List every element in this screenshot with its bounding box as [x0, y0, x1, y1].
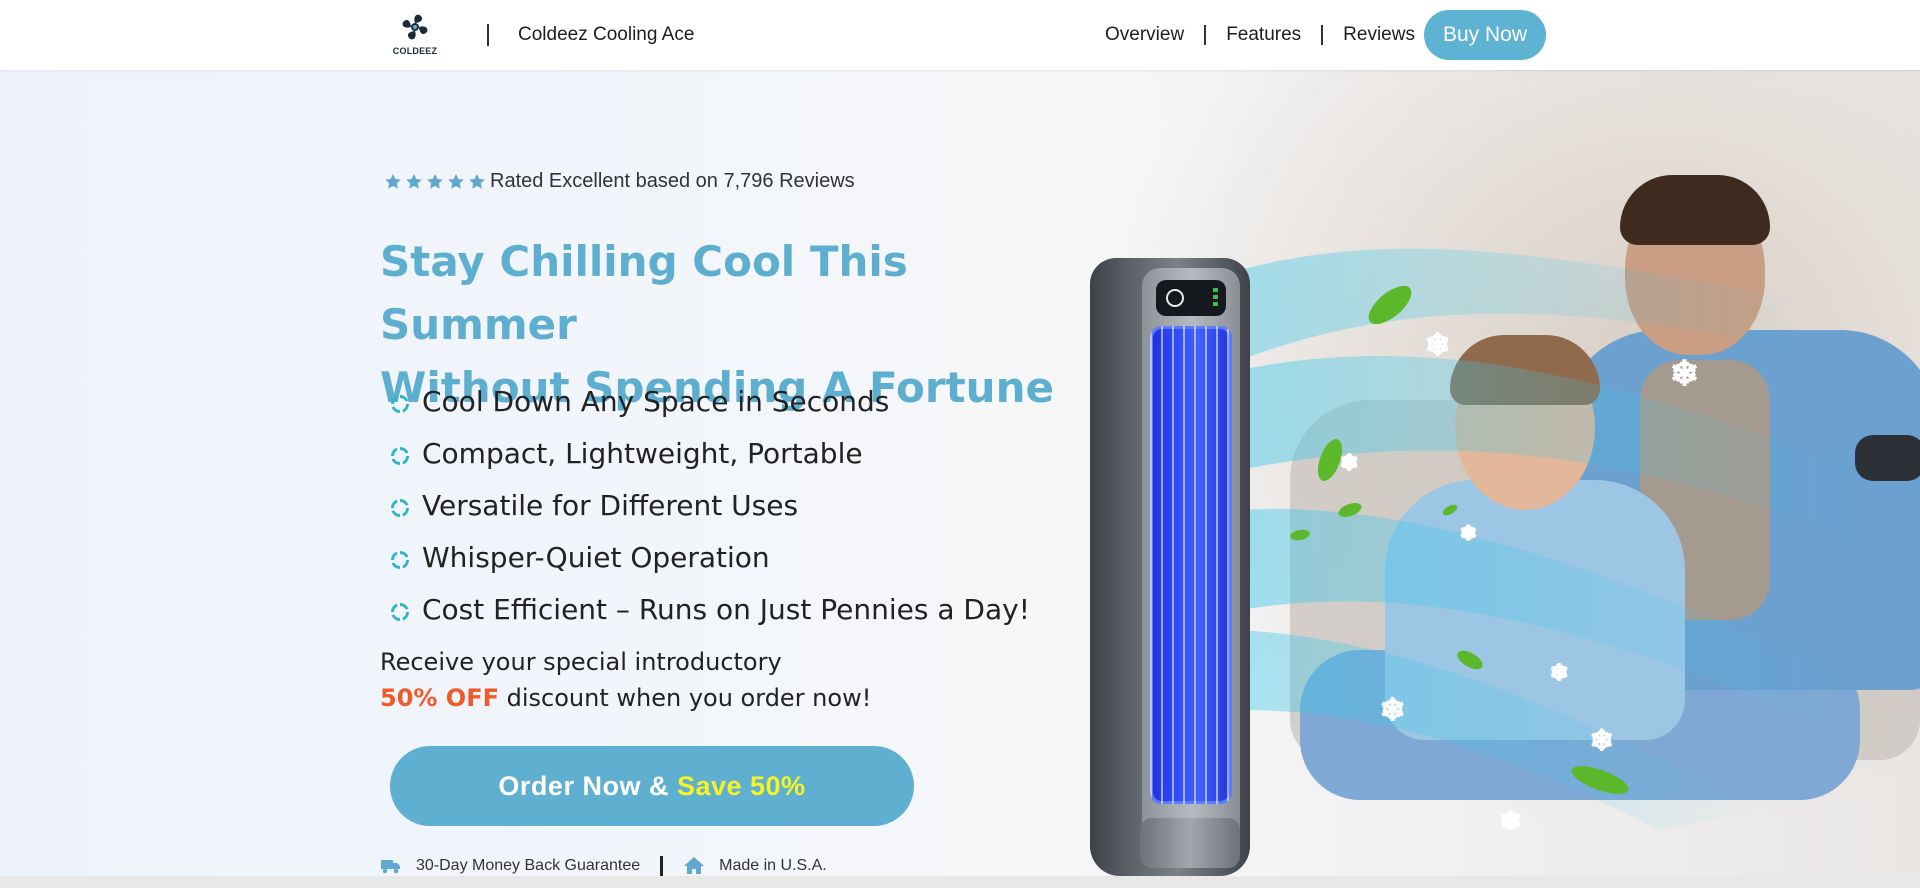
snowflake-icon: ❄: [1425, 329, 1450, 362]
order-button-label: Order Now &: [498, 770, 669, 801]
rating-text: Rated Excellent based on 7,796 Reviews: [490, 170, 855, 192]
led-indicator-icon: [1213, 288, 1218, 308]
fan-symbol-icon: [1166, 289, 1184, 307]
promo-line-1: Receive your special introductory: [380, 648, 782, 676]
feature-text: Cost Efficient – Runs on Just Pennies a …: [422, 592, 1030, 626]
home-icon: [684, 857, 705, 874]
snowflake-icon: ❄: [1500, 806, 1522, 830]
made-in-usa-text: Made in U.S.A.: [719, 857, 827, 874]
feature-list: Cool Down Any Space in Seconds Compact, …: [388, 375, 1030, 635]
guarantee-row: 30-Day Money Back Guarantee Made in U.S.…: [380, 856, 827, 876]
feature-text: Cool Down Any Space in Seconds: [422, 384, 890, 418]
snowflake-icon: ❄: [1670, 355, 1699, 393]
brand-name: Coldeez Cooling Ace: [518, 24, 695, 45]
spinning-fan-icon: [391, 395, 409, 413]
fan-base: [1140, 818, 1240, 868]
snowflake-icon: ❄: [1380, 694, 1405, 727]
fan-logo-icon: [402, 14, 428, 40]
cool-airflow-image: ❄ ❄ ❄ ❄ ❄ ❄ ❄ ❄: [1240, 248, 1860, 830]
discount-highlight: 50% OFF: [380, 684, 499, 712]
feature-item: Compact, Lightweight, Portable: [388, 427, 1030, 479]
promo-line-2-text: discount when you order now!: [506, 684, 872, 712]
feature-text: Versatile for Different Uses: [422, 488, 799, 522]
star-rating: [384, 173, 486, 191]
feature-text: Whisper-Quiet Operation: [422, 540, 770, 574]
truck-icon: [381, 860, 400, 874]
snowflake-icon: ❄: [1460, 523, 1477, 545]
feature-item: Cost Efficient – Runs on Just Pennies a …: [388, 583, 1030, 635]
site-header: COLDEEZ Coldeez Cooling Ace Overview Fea…: [0, 0, 1920, 70]
star-icon: [469, 173, 485, 189]
headline-line-1: Stay Chilling Cool This Summer: [380, 237, 908, 349]
hero-section: ❄ ❄ ❄ ❄ ❄ ❄ ❄ ❄ Rated Excellent based on…: [0, 70, 1920, 876]
snowflake-icon: ❄: [1550, 660, 1568, 685]
feature-item: Versatile for Different Uses: [388, 479, 1030, 531]
buy-now-button[interactable]: Buy Now: [1424, 10, 1546, 60]
logo-wordmark: COLDEEZ: [392, 46, 438, 56]
brand-divider: [487, 24, 489, 46]
nav-features[interactable]: Features: [1226, 24, 1301, 46]
fan-control-display: [1156, 280, 1226, 316]
promo-line-2: 50% OFF discount when you order now!: [380, 680, 871, 716]
snowflake-icon: ❄: [1590, 725, 1613, 756]
feature-item: Cool Down Any Space in Seconds: [388, 375, 1030, 427]
nav-reviews[interactable]: Reviews: [1343, 24, 1415, 46]
spinning-fan-icon: [391, 603, 409, 621]
money-back-guarantee-text: 30-Day Money Back Guarantee: [416, 857, 641, 874]
promo-text: Receive your special introductory 50% OF…: [380, 644, 871, 716]
guarantee-divider: [660, 856, 664, 876]
snowflake-icon: ❄: [1340, 450, 1358, 475]
leaf-icon: [1442, 504, 1458, 516]
spinning-fan-icon: [391, 447, 409, 465]
spinning-fan-icon: [391, 551, 409, 569]
star-icon: [448, 173, 464, 189]
feature-item: Whisper-Quiet Operation: [388, 531, 1030, 583]
order-now-button[interactable]: Order Now & Save 50%: [390, 746, 914, 826]
page-bottom-strip: [0, 876, 1920, 888]
star-icon: [427, 173, 443, 189]
nav-divider: [1204, 25, 1207, 45]
tower-fan-product-image: [1090, 258, 1250, 876]
feature-text: Compact, Lightweight, Portable: [422, 436, 863, 470]
rating-row: Rated Excellent based on 7,796 Reviews: [384, 170, 855, 193]
nav-overview[interactable]: Overview: [1105, 24, 1184, 46]
brand-logo[interactable]: COLDEEZ: [390, 10, 440, 60]
fan-grille: [1150, 326, 1232, 804]
fan-slats: [1150, 326, 1232, 804]
order-button-save-label: Save 50%: [676, 770, 806, 801]
spinning-fan-icon: [391, 499, 409, 517]
nav-divider: [1321, 25, 1324, 45]
star-icon: [406, 173, 422, 189]
star-icon: [385, 173, 401, 189]
main-nav: Overview Features Reviews: [1105, 24, 1415, 46]
leaf-icon: [1457, 650, 1483, 670]
